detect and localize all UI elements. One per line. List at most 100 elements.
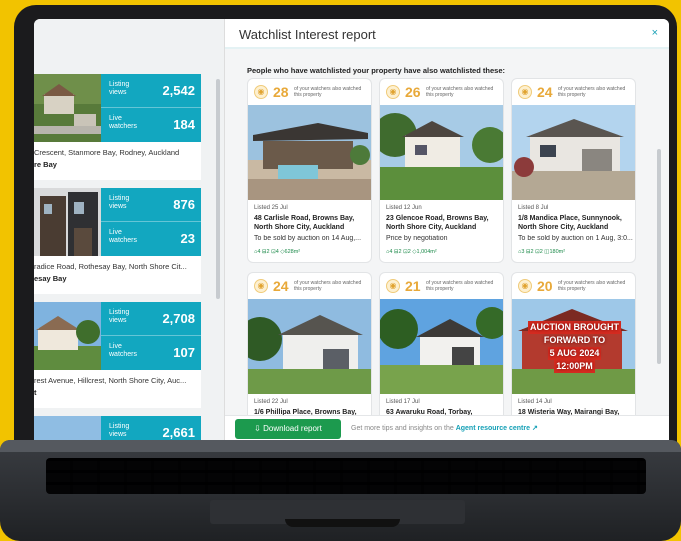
property-card[interactable]: ◉ 28 of your watchers also watched this … (247, 78, 372, 263)
download-report-button[interactable]: ⇩ Download report (235, 419, 341, 439)
watchers-row: Live watchers 184 (101, 108, 201, 142)
watch-stat: ◉ 24 of your watchers also watched this … (248, 273, 371, 299)
footer-tip: Get more tips and insights on the Agent … (351, 424, 538, 432)
listing-stats: Listing views 2,542 Live watchers 184 (101, 74, 201, 142)
watchers-value: 184 (173, 117, 195, 132)
views-label: Listing views (109, 423, 130, 438)
listing-address: radice Road, Rothesay Bay, North Shore C… (34, 262, 187, 271)
watch-text: of your watchers also watched this prope… (558, 86, 626, 98)
laptop-hinge (0, 440, 681, 452)
modal-title: Watchlist Interest report (239, 27, 376, 42)
property-features: ⌂4 ⊟2 ⊡4 ◇628m² (254, 249, 301, 255)
views-label: Listing views (109, 81, 130, 96)
eye-icon: ◉ (518, 85, 532, 99)
views-row: Listing views 2,542 (101, 74, 201, 108)
listing-scrollbar[interactable] (216, 79, 220, 299)
auction-banner-line: AUCTION BROUGHT (528, 321, 621, 334)
listing-card[interactable]: Listing views 2,542 Live watchers 184 Cr… (34, 74, 201, 180)
property-address: 48 Carlisle Road, Browns Bay, North Shor… (254, 215, 355, 231)
watch-stat: ◉ 20 of your watchers also watched this … (512, 273, 635, 299)
listing-address: Crescent, Stanmore Bay, Rodney, Auckland (34, 148, 180, 157)
watch-count: 26 (405, 84, 421, 100)
watch-text: of your watchers also watched this prope… (426, 280, 494, 292)
views-value: 2,661 (162, 425, 195, 440)
property-photo (380, 299, 503, 394)
watch-count: 24 (273, 278, 289, 294)
property-features: ⌂3 ⊟2 ⊡2 ◫180m² (518, 249, 566, 255)
listing-pane: Listing views 2,542 Live watchers 184 Cr… (34, 19, 224, 440)
watch-stat: ◉ 28 of your watchers also watched this … (248, 79, 371, 105)
sale-method: Price by negotiation (386, 235, 448, 242)
agent-resource-link[interactable]: Agent resource centre (456, 425, 530, 432)
auction-banner-line: 12:00PM (554, 360, 595, 373)
sale-method: To be sold by auction on 14 Aug,... (254, 235, 362, 242)
watch-stat: ◉ 26 of your watchers also watched this … (380, 79, 503, 105)
watchlist-report-modal: Watchlist Interest report × People who h… (224, 19, 669, 440)
property-photo: AUCTION BROUGHT FORWARD TO 5 AUG 2024 12… (512, 299, 635, 394)
listing-card[interactable]: Listing views 2,661 (34, 416, 201, 440)
listing-photo (34, 416, 101, 440)
watch-stat: ◉ 24 of your watchers also watched this … (512, 79, 635, 105)
listing-card[interactable]: Listing views 2,708 Live watchers 107 re… (34, 302, 201, 408)
eye-icon: ◉ (254, 279, 268, 293)
modal-header: Watchlist Interest report × (225, 19, 669, 49)
cloud-download-icon: ⇩ (254, 424, 261, 433)
auction-banner-line: 5 AUG 2024 (547, 347, 602, 360)
auction-banner-line: FORWARD TO (543, 335, 606, 345)
views-value: 2,708 (162, 311, 195, 326)
modal-footer: ⇩ Download report Get more tips and insi… (225, 415, 669, 440)
property-features: ⌂4 ⊟2 ⊡2 ◇1,004m² (386, 249, 437, 255)
listing-stats: Listing views 2,708 Live watchers 107 (101, 302, 201, 370)
listing-stats: Listing views 876 Live watchers 23 (101, 188, 201, 256)
views-label: Listing views (109, 195, 130, 210)
modal-body: People who have watchlisted your propert… (225, 49, 669, 440)
listed-date: Listed 17 Jul (386, 399, 420, 405)
watch-count: 21 (405, 278, 421, 294)
screen: Listing views 2,542 Live watchers 184 Cr… (34, 19, 669, 440)
section-heading: People who have watchlisted your propert… (247, 66, 505, 75)
watch-count: 20 (537, 278, 553, 294)
listed-date: Listed 14 Jul (518, 399, 552, 405)
views-row: Listing views 2,661 (101, 416, 201, 440)
close-icon[interactable]: × (652, 27, 658, 39)
views-value: 2,542 (162, 83, 195, 98)
watchers-label: Live watchers (109, 343, 138, 358)
listing-suburb: t (34, 388, 37, 397)
listed-date: Listed 12 Jun (386, 205, 422, 211)
views-row: Listing views 2,708 (101, 302, 201, 336)
listed-date: Listed 8 Jul (518, 205, 549, 211)
property-photo (380, 105, 503, 200)
laptop-notch (285, 519, 400, 527)
property-card[interactable]: ◉ 26 of your watchers also watched this … (379, 78, 504, 263)
listed-date: Listed 22 Jul (254, 399, 288, 405)
modal-scrollbar[interactable] (657, 149, 661, 364)
eye-icon: ◉ (386, 279, 400, 293)
sale-method: To be sold by auction on 1 Aug, 3:0... (518, 235, 633, 242)
property-photo (248, 105, 371, 200)
listed-date: Listed 25 Jul (254, 205, 288, 211)
eye-icon: ◉ (254, 85, 268, 99)
watchers-row: Live watchers 23 (101, 222, 201, 256)
watch-text: of your watchers also watched this prope… (294, 280, 362, 292)
listing-suburb: re Bay (34, 160, 57, 169)
download-label: Download report (263, 424, 322, 433)
views-row: Listing views 876 (101, 188, 201, 222)
property-photo (512, 105, 635, 200)
watch-stat: ◉ 21 of your watchers also watched this … (380, 273, 503, 299)
watch-count: 24 (537, 84, 553, 100)
keyboard (46, 458, 646, 494)
property-photo (248, 299, 371, 394)
property-card[interactable]: ◉ 24 of your watchers also watched this … (511, 78, 636, 263)
watch-text: of your watchers also watched this prope… (294, 86, 362, 98)
property-address: 23 Glencoe Road, Browns Bay, North Shore… (386, 215, 489, 231)
listing-suburb: esay Bay (34, 274, 67, 283)
listing-photo (34, 302, 101, 370)
watchers-label: Live watchers (109, 115, 138, 130)
watchers-label: Live watchers (109, 229, 138, 244)
watch-text: of your watchers also watched this prope… (426, 86, 494, 98)
listing-stats: Listing views 2,661 (101, 416, 201, 440)
external-link-icon[interactable]: ↗ (532, 425, 538, 432)
watchers-value: 107 (173, 345, 195, 360)
listing-photo (34, 188, 101, 256)
listing-card[interactable]: Listing views 876 Live watchers 23 radic… (34, 188, 201, 294)
